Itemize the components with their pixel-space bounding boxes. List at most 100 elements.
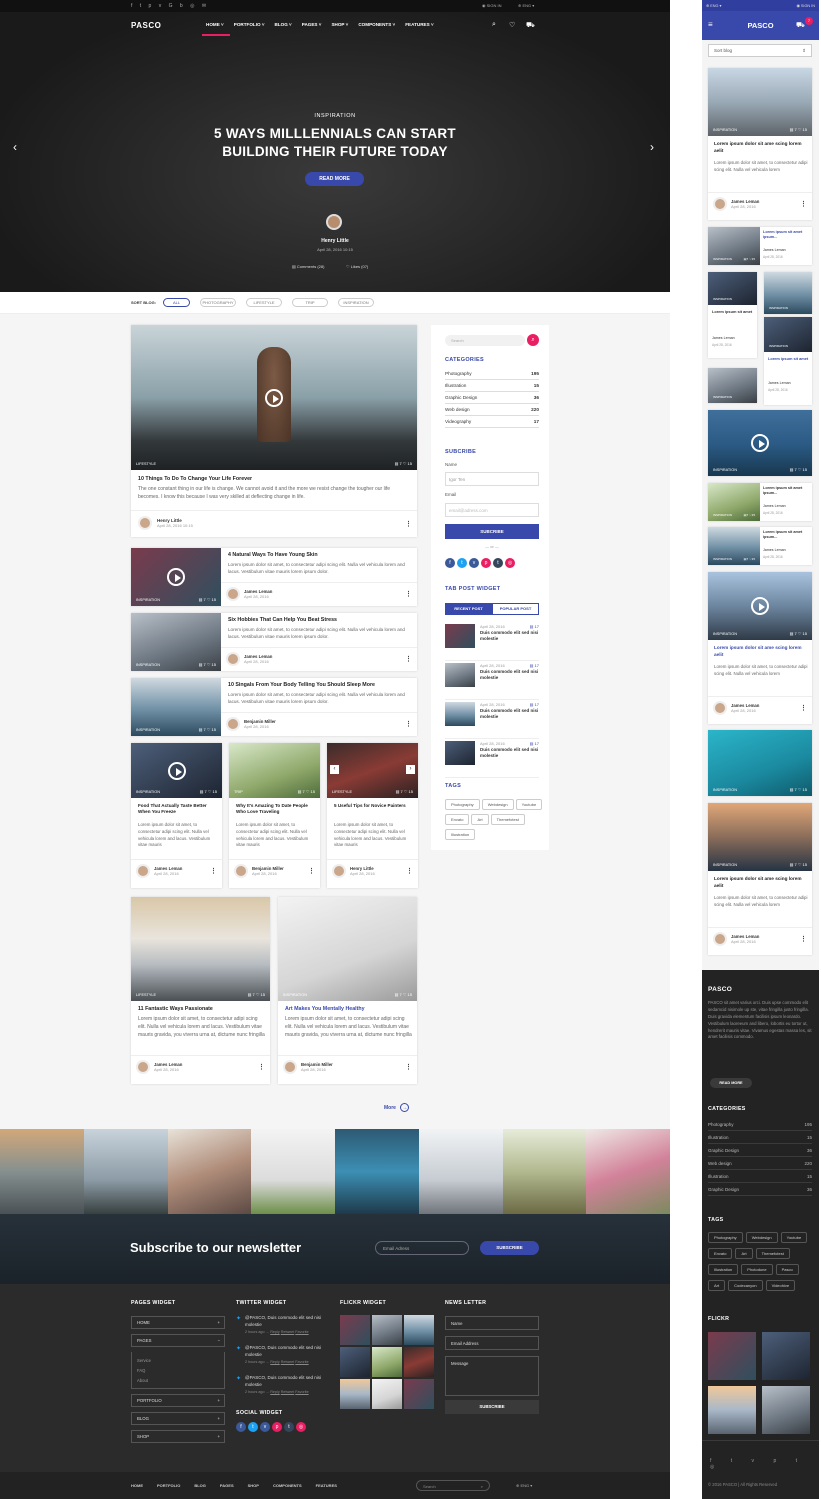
- post-author[interactable]: James Leman April 28, 2016: [226, 652, 272, 666]
- footer-page-home[interactable]: HOME +: [131, 1316, 225, 1329]
- footer-subscribe-button[interactable]: SUBSCRIBE: [445, 1400, 539, 1414]
- category-item[interactable]: Web design 220: [445, 404, 539, 416]
- mobile-half-card[interactable]: INSPIRATION Lorem ipsum sit amet James Lem…: [764, 317, 812, 405]
- mobile-post-card[interactable]: INSPIRATION ▤ 7 ♡ 15 Lorem ipsum dolor si…: [708, 68, 812, 220]
- search-icon[interactable]: ⌕: [492, 21, 496, 29]
- bottom-nav-portfolio[interactable]: PORTFOLIO: [157, 1483, 180, 1488]
- more-options-icon[interactable]: ⋮: [405, 720, 412, 728]
- nav-portfolio[interactable]: PORTFOLIO ˅: [234, 22, 265, 27]
- submenu-item[interactable]: FAQ: [137, 1365, 219, 1375]
- post-title[interactable]: Lorem ipsum sit amet ipsum...: [763, 486, 810, 497]
- reply-link[interactable]: Reply: [270, 1330, 279, 1334]
- flickr-image[interactable]: [372, 1379, 402, 1409]
- social-icon-3[interactable]: p: [272, 1422, 282, 1432]
- tag-item[interactable]: Themefotest: [490, 814, 525, 825]
- bottom-nav-components[interactable]: COMPONENTS: [273, 1483, 302, 1488]
- mobile-half-card[interactable]: INSPIRATION: [764, 272, 812, 314]
- logo[interactable]: PASCO: [131, 21, 161, 30]
- category-item[interactable]: Illustration 15: [445, 380, 539, 392]
- newsletter-subscribe-button[interactable]: SUBSCRIBE: [480, 1241, 539, 1255]
- submenu-item[interactable]: Service: [137, 1355, 219, 1365]
- slider-next-icon[interactable]: ›: [406, 765, 415, 774]
- tab-recent[interactable]: RECENT POST: [445, 603, 492, 615]
- mobile-lang[interactable]: ⊕ ENG ▾: [706, 3, 721, 8]
- bottom-nav-features[interactable]: FEATURES: [316, 1483, 337, 1488]
- mobile-flickr-image[interactable]: [762, 1332, 810, 1380]
- strip-image[interactable]: [251, 1129, 335, 1214]
- post-row-1[interactable]: INSPIRATION ▤ 7 ♡ 15 Six Hobbies That Can…: [131, 613, 417, 671]
- social-icon-0[interactable]: f: [236, 1422, 246, 1432]
- post-title[interactable]: Six Hobbies That Can Help You Beat Stres…: [228, 617, 413, 624]
- mobile-small-card[interactable]: INSPIRATION ▤7 ♡15 Lorem ipsum sit amet i…: [708, 483, 812, 521]
- mobile-flickr-image[interactable]: [708, 1332, 756, 1380]
- bottom-nav-home[interactable]: HOME: [131, 1483, 143, 1488]
- mobile-social-icons[interactable]: f t v p t ◎: [710, 1458, 819, 1470]
- post-title[interactable]: Lorem ipsum sit amet: [712, 309, 754, 314]
- post-title[interactable]: Art Makes You Mentally Healthy: [285, 1006, 365, 1013]
- footer-message-field[interactable]: Message: [445, 1356, 539, 1396]
- mobile-post-card[interactable]: INSPIRATION ▤ 7 ♡ 15 Lorem ipsum dolor si…: [708, 803, 812, 955]
- nav-pages[interactable]: PAGES ˅: [302, 22, 322, 27]
- mobile-tag-item[interactable]: Codecanyon: [728, 1280, 763, 1291]
- tab-post-item[interactable]: April 28, 2016 ▤ 17 Duis commodo elit sed …: [445, 661, 539, 700]
- footer-name-field[interactable]: Name: [445, 1316, 539, 1330]
- mobile-image-card[interactable]: INSPIRATION ▤ 7 ♡ 15: [708, 730, 812, 796]
- flickr-image[interactable]: [372, 1315, 402, 1345]
- mobile-tag-item[interactable]: Youtube: [780, 1232, 808, 1243]
- more-options-icon[interactable]: ⋮: [258, 1063, 265, 1071]
- footer-page-pages[interactable]: PAGES −: [131, 1334, 225, 1347]
- category-item[interactable]: Photography 195: [445, 368, 539, 380]
- post-title[interactable]: Lorem ipsum dolor sit ame scing lorem ae…: [714, 141, 808, 154]
- sort-photography[interactable]: PHOTOGRAPHY: [200, 298, 236, 307]
- more-options-icon[interactable]: ⋮: [405, 1063, 412, 1071]
- slider-prev-icon[interactable]: ‹: [330, 765, 339, 774]
- more-options-icon[interactable]: ⋮: [405, 520, 412, 528]
- category-item[interactable]: Graphic Design 36: [445, 392, 539, 404]
- post-title[interactable]: 10 Things To Do To Change Your Life Fore…: [138, 476, 252, 483]
- post-author[interactable]: Benjamin Miller April 28, 2016: [226, 717, 276, 731]
- nav-components[interactable]: COMPONENTS ˅: [358, 22, 395, 27]
- post-card-large-0[interactable]: LIFESTYLE ▤ 7 ♡ 15 11 Fantastic Ways Pass…: [131, 897, 270, 1084]
- subscribe-button[interactable]: SUBCRIBE: [445, 524, 539, 539]
- post-title[interactable]: 4 Natural Ways To Have Young Skin: [228, 552, 413, 559]
- mobile-small-card[interactable]: INSPIRATION ▤7 ♡15 Lorem ipsum sit amet i…: [708, 527, 812, 565]
- post-author[interactable]: Benjamin Miller April 28, 2016: [234, 864, 284, 878]
- social-icon-4[interactable]: t: [284, 1422, 294, 1432]
- strip-image[interactable]: [83, 1129, 168, 1214]
- submenu-item[interactable]: About: [137, 1375, 219, 1385]
- post-author[interactable]: James Leman April 28, 2016: [136, 1060, 182, 1074]
- post-author[interactable]: James Leman April 28, 2016: [713, 197, 759, 211]
- post-card-2[interactable]: ‹ › LIFESTYLE ▤ 7 ♡ 15 5 Useful Tips for No…: [327, 743, 418, 888]
- mobile-cart-icon[interactable]: ⛟: [796, 21, 805, 30]
- mobile-flickr-image[interactable]: [708, 1386, 756, 1434]
- cart-icon[interactable]: ⛟: [526, 21, 535, 30]
- email-field[interactable]: email@adress.com: [445, 503, 539, 517]
- social-icon-3[interactable]: p: [481, 558, 491, 568]
- retweet-link[interactable]: Retweet: [281, 1360, 295, 1364]
- read-more-button[interactable]: READ MORE: [305, 172, 364, 186]
- post-title[interactable]: Lorem ipsum sit amet ipsum...: [763, 530, 810, 541]
- mobile-half-card[interactable]: INSPIRATION: [708, 368, 757, 403]
- flickr-image[interactable]: [340, 1379, 370, 1409]
- mobile-category-item[interactable]: Graphic Design 36: [708, 1183, 812, 1196]
- play-icon[interactable]: [167, 761, 186, 780]
- post-title[interactable]: Lorem ipsum sit amet ipsum...: [763, 230, 810, 241]
- play-icon[interactable]: [265, 388, 283, 407]
- mobile-half-card[interactable]: INSPIRATION Lorem ipsum sit amet James Lem…: [708, 272, 757, 358]
- mobile-category-item[interactable]: Illustration 15: [708, 1170, 812, 1183]
- mobile-tag-item[interactable]: Photodune: [741, 1264, 773, 1275]
- flickr-image[interactable]: [404, 1315, 434, 1345]
- nav-blog[interactable]: BLOG ˅: [275, 22, 292, 27]
- bottom-nav-pages[interactable]: PAGES: [220, 1483, 234, 1488]
- flickr-image[interactable]: [404, 1379, 434, 1409]
- mobile-tag-item[interactable]: Themefotest: [755, 1248, 790, 1259]
- mobile-post-card[interactable]: INSPIRATION ▤ 7 ♡ 15 Lorem ipsum dolor si…: [708, 572, 812, 724]
- tag-item[interactable]: Webdesign: [481, 799, 514, 810]
- post-author[interactable]: James Leman April 28, 2016: [713, 932, 759, 946]
- flickr-image[interactable]: [340, 1315, 370, 1345]
- post-title[interactable]: Lorem ipsum sit amet: [768, 356, 810, 361]
- category-item[interactable]: Videography 17: [445, 416, 539, 428]
- favorite-link[interactable]: Favorite: [295, 1330, 308, 1334]
- play-icon[interactable]: [167, 568, 185, 586]
- tag-item[interactable]: Photography: [445, 799, 480, 810]
